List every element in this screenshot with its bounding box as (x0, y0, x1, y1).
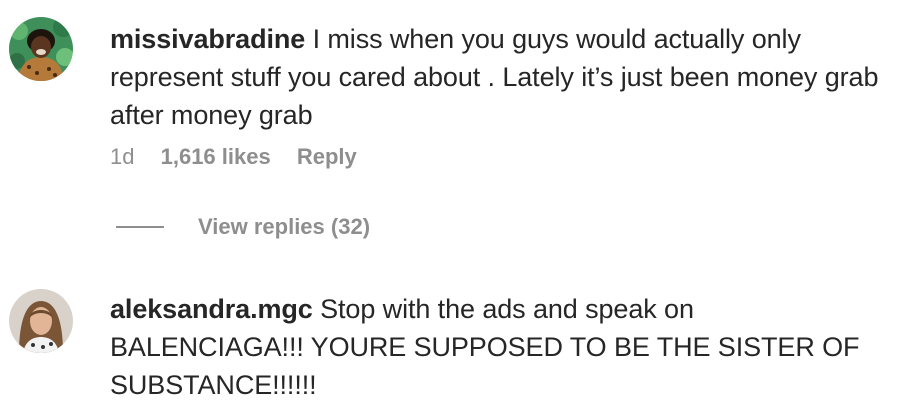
comment-text: missivabradine I miss when you guys woul… (110, 20, 890, 134)
comment-item: missivabradine I miss when you guys woul… (0, 0, 898, 260)
comment-item: aleksandra.mgc Stop with the ads and spe… (0, 260, 898, 408)
avatar-image (9, 289, 73, 353)
view-replies-button[interactable]: View replies (32) (116, 212, 370, 242)
comment-username[interactable]: aleksandra.mgc (110, 294, 313, 324)
comment-likes[interactable]: 1,616 likes (161, 144, 271, 169)
avatar[interactable] (9, 289, 73, 353)
comment-username[interactable]: missivabradine (110, 24, 305, 54)
comment-text: aleksandra.mgc Stop with the ads and spe… (110, 290, 890, 404)
comment-timestamp[interactable]: 1d (110, 144, 134, 169)
replies-divider-line (116, 226, 164, 228)
avatar[interactable] (9, 17, 73, 81)
view-replies-label[interactable]: View replies (32) (198, 214, 370, 240)
avatar-image (9, 17, 73, 81)
comment-meta: 1d 1,616 likes Reply (110, 142, 377, 172)
reply-button[interactable]: Reply (297, 144, 357, 169)
